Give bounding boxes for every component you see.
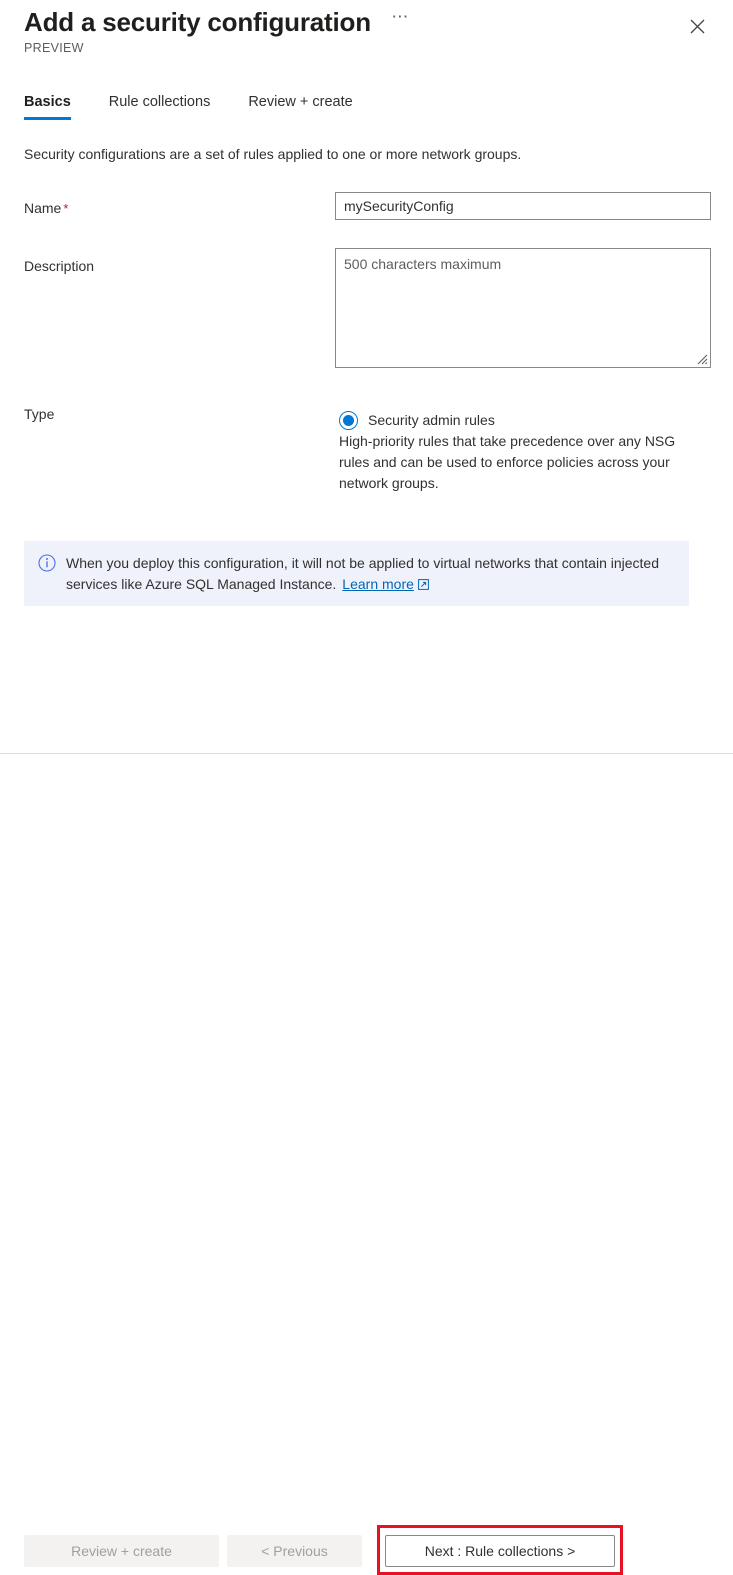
preview-badge: PREVIEW — [24, 41, 84, 55]
radio-button-icon[interactable] — [339, 410, 358, 430]
intro-text: Security configurations are a set of rul… — [24, 146, 522, 162]
page-title: Add a security configuration — [24, 7, 371, 37]
external-link-icon[interactable] — [417, 579, 429, 590]
type-label: Type — [24, 406, 55, 422]
next-rule-collections-button[interactable]: Next : Rule collections > — [385, 1535, 615, 1567]
name-input[interactable] — [335, 192, 711, 220]
tab-basics-label: Basics — [24, 94, 71, 110]
tab-rule-collections-label: Rule collections — [108, 94, 211, 110]
tab-bar: Basics Rule collections Review + create — [24, 94, 391, 120]
learn-more-link[interactable]: Learn more — [342, 576, 414, 592]
close-icon[interactable] — [681, 10, 713, 42]
previous-button[interactable]: < Previous — [227, 1535, 362, 1567]
description-label: Description — [24, 258, 95, 274]
info-circle-icon — [38, 554, 56, 572]
review-create-button[interactable]: Review + create — [24, 1535, 219, 1567]
radio-selected-dot — [343, 414, 354, 426]
tab-review-create-label: Review + create — [248, 94, 353, 110]
type-radio-group: Security admin rules High-priority rules… — [339, 410, 699, 494]
description-textarea[interactable] — [335, 248, 711, 368]
ellipsis-icon[interactable]: ⋯ — [387, 4, 413, 40]
learn-more-label: Learn more — [342, 576, 414, 592]
radio-option-description: High-priority rules that take precedence… — [339, 433, 676, 491]
name-label-text: Name — [24, 200, 62, 216]
footer-bar: Review + create < Previous Next : Rule c… — [0, 754, 733, 1575]
radio-option-label: Security admin rules — [368, 412, 495, 428]
tab-basics[interactable]: Basics — [24, 94, 71, 120]
name-label: Name * — [24, 198, 68, 219]
title-row: Add a security configuration ⋯ — [24, 4, 413, 40]
info-banner-text-wrapper: When you deploy this configuration, it w… — [66, 553, 675, 606]
blade-header: Add a security configuration ⋯ PREVIEW — [0, 0, 733, 78]
required-asterisk: * — [63, 201, 69, 216]
info-banner: When you deploy this configuration, it w… — [24, 541, 689, 606]
tab-rule-collections[interactable]: Rule collections — [109, 94, 211, 120]
tab-review-create[interactable]: Review + create — [248, 94, 352, 120]
description-field-wrapper — [335, 248, 711, 368]
radio-option-security-admin-rules[interactable]: Security admin rules — [339, 410, 699, 430]
